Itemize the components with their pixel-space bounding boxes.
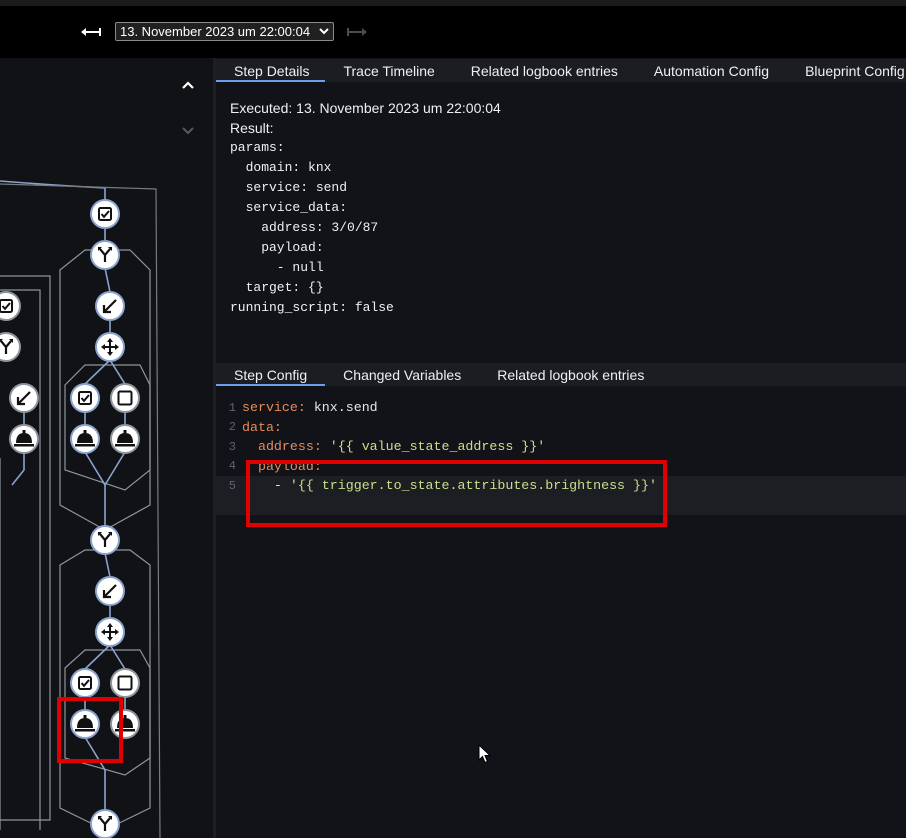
code-line: 2 data: xyxy=(216,418,906,438)
code-line: 3 address: '{{ value_state_address }}' xyxy=(216,437,906,457)
trace-details-panel: Step Details Trace Timeline Related logb… xyxy=(216,58,906,838)
tab-automation-config[interactable]: Automation Config xyxy=(636,59,787,82)
yaml-value: knx.send xyxy=(305,400,378,416)
tab-changed-variables[interactable]: Changed Variables xyxy=(325,363,479,386)
code-line: 1 service: knx.send xyxy=(216,398,906,418)
trace-select[interactable]: 13. November 2023 um 22:00:04 xyxy=(115,22,334,41)
mouse-cursor-icon xyxy=(478,743,492,769)
chevron-up-icon[interactable] xyxy=(182,81,194,89)
yaml-key: address: xyxy=(242,439,322,455)
yaml-key: service: xyxy=(242,400,306,416)
highlight-box-node xyxy=(57,697,123,763)
tab-related-logbook-step[interactable]: Related logbook entries xyxy=(479,363,662,386)
trace-toolbar: 13. November 2023 um 22:00:04 xyxy=(0,6,906,58)
result-yaml: params: domain: knx service: send servic… xyxy=(230,140,394,315)
trace-select-value: 13. November 2023 um 22:00:04 xyxy=(120,24,311,39)
tab-related-logbook[interactable]: Related logbook entries xyxy=(453,59,636,82)
executed-text: Executed: 13. November 2023 um 22:00:04 xyxy=(230,100,501,116)
line-number: 5 xyxy=(228,478,236,493)
next-trace-icon[interactable] xyxy=(345,24,369,40)
tab-step-details[interactable]: Step Details xyxy=(216,59,326,82)
tab-blueprint-config[interactable]: Blueprint Config xyxy=(787,59,906,82)
step-details: Executed: 13. November 2023 um 22:00:04 … xyxy=(230,98,501,318)
chevron-down-icon[interactable] xyxy=(182,127,194,135)
yaml-key: data: xyxy=(242,419,282,435)
yaml-string: '{{ value_state_address }}' xyxy=(321,439,546,455)
trace-tabs: Step Details Trace Timeline Related logb… xyxy=(216,59,906,82)
step-tabs: Step Config Changed Variables Related lo… xyxy=(216,363,906,386)
chevron-down-icon xyxy=(319,25,329,40)
tab-step-config[interactable]: Step Config xyxy=(216,363,326,386)
tab-trace-timeline[interactable]: Trace Timeline xyxy=(325,59,452,82)
line-number: 3 xyxy=(228,439,236,454)
line-number: 1 xyxy=(228,400,236,415)
line-number: 2 xyxy=(228,420,236,435)
previous-trace-icon[interactable] xyxy=(79,24,103,40)
highlight-box-payload xyxy=(246,460,667,527)
line-number: 4 xyxy=(228,459,236,474)
result-label: Result: xyxy=(230,120,274,136)
